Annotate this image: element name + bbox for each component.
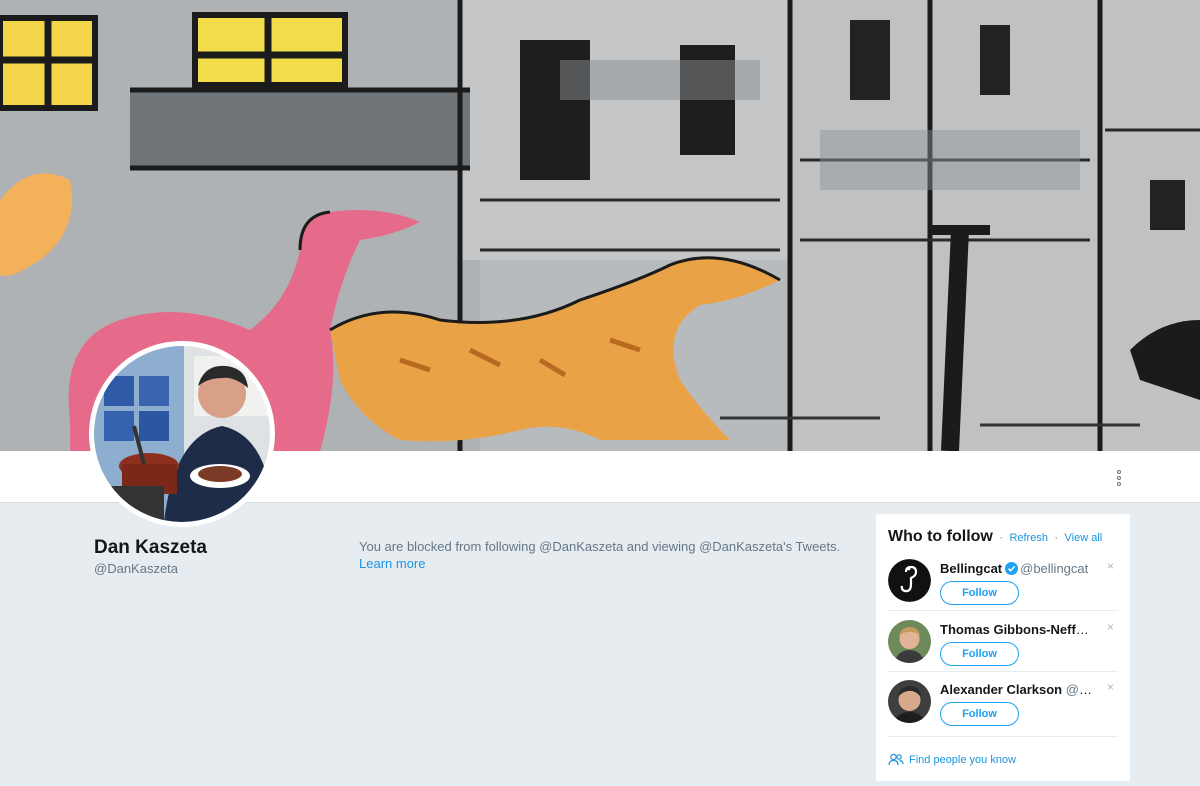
user-avatar[interactable] — [888, 559, 931, 602]
who-to-follow-title: Who to follow — [888, 528, 993, 545]
verified-badge-icon — [1005, 562, 1019, 575]
dismiss-icon[interactable]: × — [1107, 620, 1114, 634]
user-name[interactable]: Alexander Clarkson — [940, 682, 1062, 697]
learn-more-link[interactable]: Learn more — [359, 556, 425, 571]
profile-handle: @DanKaszeta — [94, 561, 179, 576]
follow-button[interactable]: Follow — [940, 581, 1019, 605]
user-name-line: Alexander Clarkson @AP… — [940, 682, 1100, 697]
user-photo — [888, 680, 931, 723]
dismiss-icon[interactable]: × — [1107, 559, 1114, 573]
blocked-message-text: You are blocked from following @DanKasze… — [359, 539, 841, 554]
user-handle: @AP… — [1065, 682, 1100, 697]
user-name-line: Thomas Gibbons-Neff … — [940, 622, 1100, 637]
profile-avatar[interactable] — [89, 341, 275, 527]
divider — [888, 671, 1118, 672]
header-separator: · — [1054, 532, 1059, 544]
user-avatar[interactable] — [888, 620, 931, 663]
who-to-follow-card: Who to follow · Refresh · View all Belli… — [876, 514, 1130, 781]
more-options-icon[interactable] — [1112, 469, 1126, 487]
refresh-link[interactable]: Refresh — [1009, 532, 1048, 544]
follow-button[interactable]: Follow — [940, 642, 1019, 666]
people-icon — [888, 753, 904, 766]
user-name[interactable]: Bellingcat — [940, 561, 1002, 576]
user-handle: … — [1094, 622, 1100, 637]
find-people-label[interactable]: Find people you know — [909, 754, 1016, 766]
profile-name[interactable]: Dan Kaszeta — [94, 537, 207, 559]
who-to-follow-header: Who to follow · Refresh · View all — [888, 528, 1102, 546]
user-avatar[interactable] — [888, 680, 931, 723]
divider — [888, 736, 1118, 737]
bellingcat-logo-icon — [888, 559, 931, 602]
divider — [888, 610, 1118, 611]
follow-button[interactable]: Follow — [940, 702, 1019, 726]
header-separator: · — [999, 532, 1003, 544]
avatar-photo — [94, 346, 270, 522]
user-handle: @bellingcat — [1020, 561, 1089, 576]
user-name-line: Bellingcat @bellingcat — [940, 561, 1100, 576]
user-photo — [888, 620, 931, 663]
suggested-user: Alexander Clarkson @AP… Follow × — [888, 680, 1118, 740]
blocked-message: You are blocked from following @DanKasze… — [359, 538, 854, 572]
user-name[interactable]: Thomas Gibbons-Neff — [940, 622, 1089, 637]
find-people-link[interactable]: Find people you know — [888, 753, 1016, 766]
view-all-link[interactable]: View all — [1065, 532, 1103, 544]
dismiss-icon[interactable]: × — [1107, 680, 1114, 694]
